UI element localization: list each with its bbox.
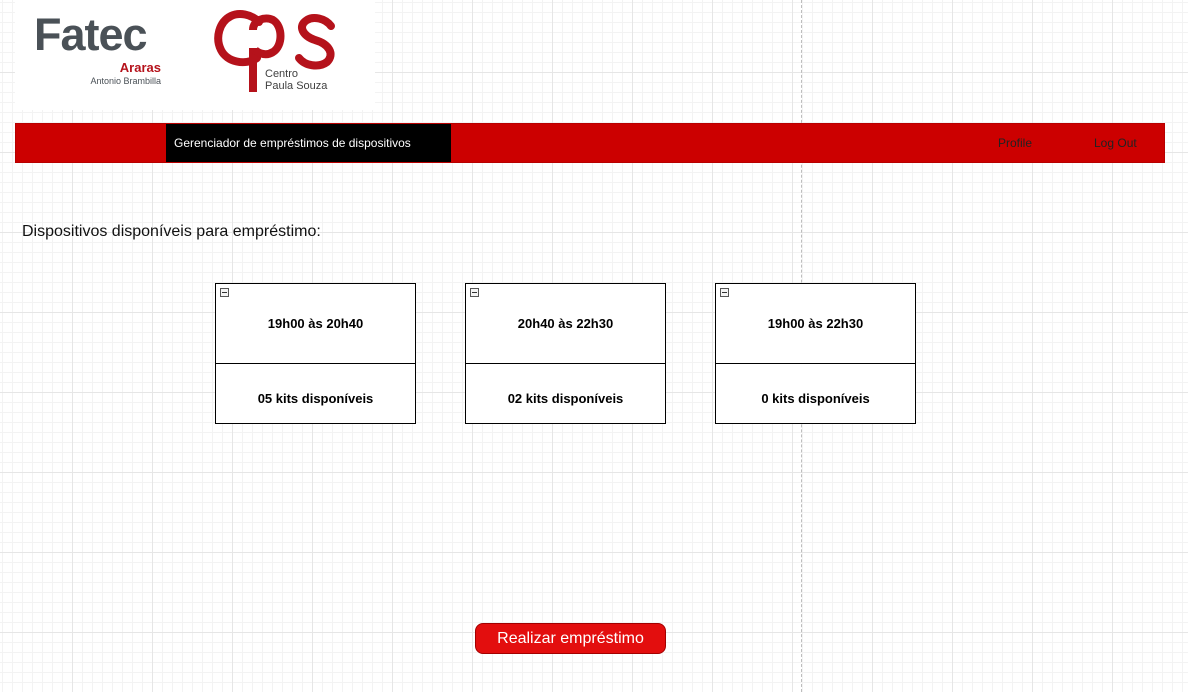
profile-link[interactable]: Profile [998, 124, 1032, 162]
fatec-logo-city: Araras [119, 60, 161, 75]
time-slot-label: 19h00 às 20h40 [267, 316, 364, 331]
cps-logo-line2: Paula Souza [265, 80, 328, 92]
cps-logo-line1: Centro [265, 68, 299, 80]
fatec-logo-word: Fatec [34, 9, 148, 60]
time-slot-header: 20h40 às 22h30 [466, 284, 665, 364]
top-navigation-bar: Gerenciador de empréstimos de dispositiv… [15, 123, 1165, 163]
collapse-icon[interactable] [720, 288, 729, 297]
make-loan-button[interactable]: Realizar empréstimo [475, 623, 666, 654]
time-slot-header: 19h00 às 22h30 [716, 284, 915, 364]
time-slot-label: 19h00 às 22h30 [767, 316, 864, 331]
time-slot-label: 20h40 às 22h30 [517, 316, 614, 331]
logout-link[interactable]: Log Out [1094, 124, 1137, 162]
page-heading: Dispositivos disponíveis para empréstimo… [22, 223, 321, 240]
time-slot-card[interactable]: 19h00 às 22h30 0 kits disponíveis [715, 283, 916, 424]
cps-logo-text: Centro Paula Souza [265, 68, 327, 92]
available-kits-label: 05 kits disponíveis [257, 391, 374, 406]
available-kits-label: 0 kits disponíveis [761, 391, 870, 406]
time-slot-header: 19h00 às 20h40 [216, 284, 415, 364]
logo-area: Fatec Araras Antonio Brambilla Centro Pa… [15, 0, 375, 110]
collapse-icon[interactable] [220, 288, 229, 297]
fatec-logo-name: Antonio Brambilla [90, 76, 161, 86]
collapse-icon[interactable] [470, 288, 479, 297]
app-title: Gerenciador de empréstimos de dispositiv… [166, 124, 451, 162]
time-slot-card[interactable]: 20h40 às 22h30 02 kits disponíveis [465, 283, 666, 424]
available-kits-label: 02 kits disponíveis [507, 391, 624, 406]
time-slot-card[interactable]: 19h00 às 20h40 05 kits disponíveis [215, 283, 416, 424]
